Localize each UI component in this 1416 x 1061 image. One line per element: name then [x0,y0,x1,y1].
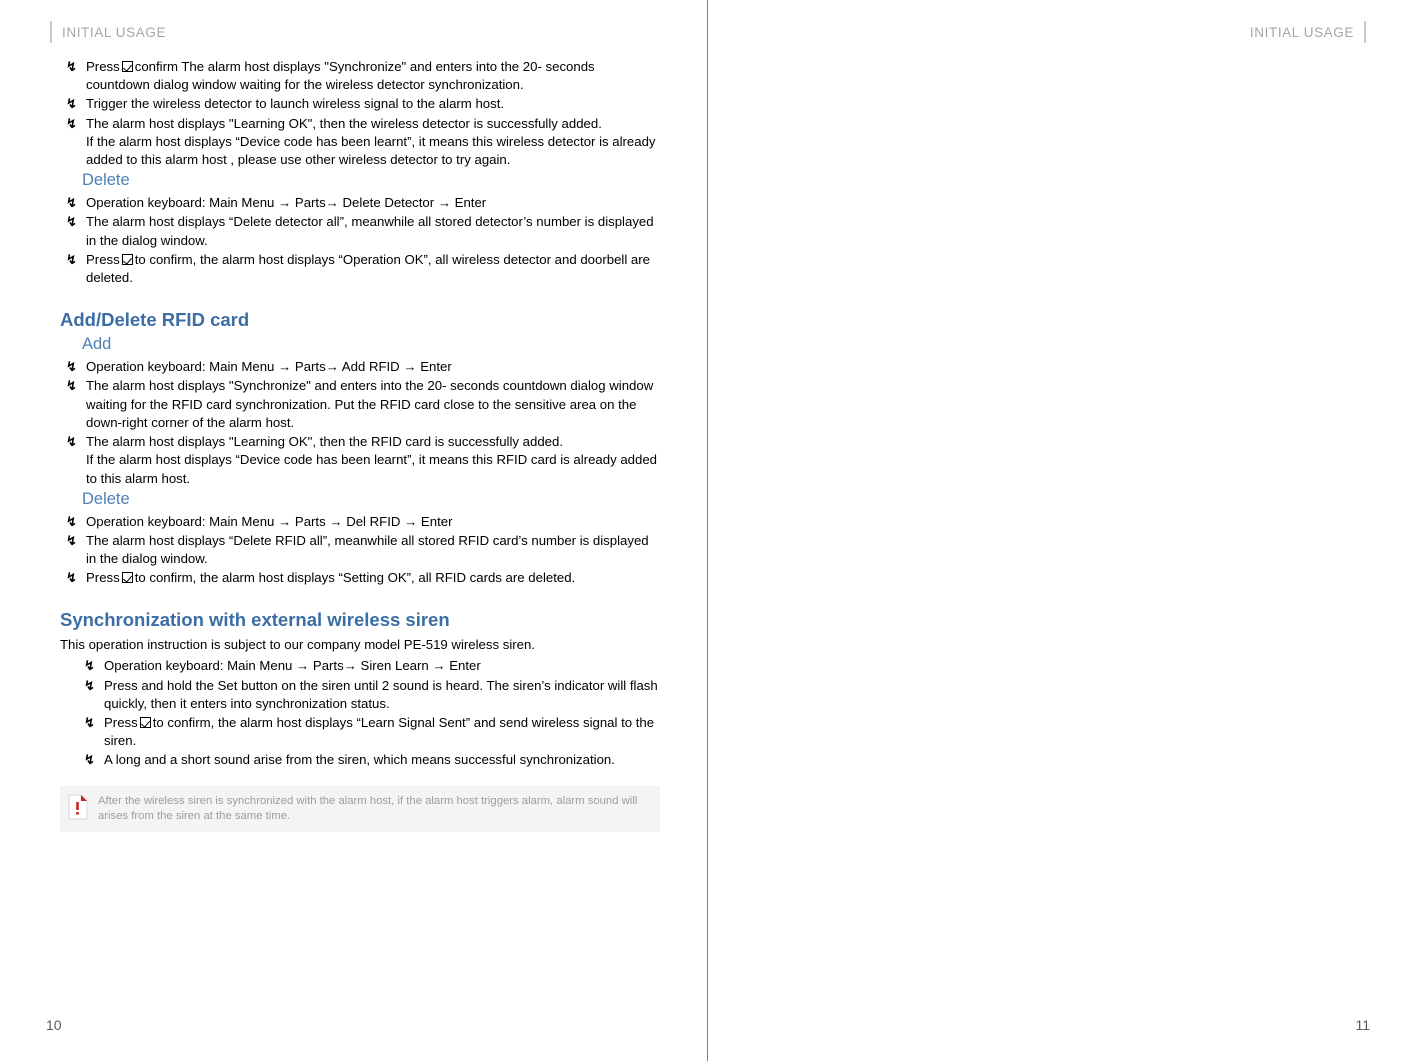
rfid-add-bullets: ↯ Operation keyboard: Main Menu → Parts→… [60,358,660,488]
heading-delete-detector: Delete [82,171,130,190]
list-item: ↯ Trigger the wireless detector to launc… [60,95,660,113]
bullet-text-pre: Press [86,570,120,586]
list-item: ↯ Press to confirm, the alarm host displa… [60,251,660,287]
bullet-text: The alarm host displays "Synchronize" an… [86,378,654,430]
arrow-bullet-icon: ↯ [66,195,77,211]
heading-siren-sync: Synchronization with external wireless s… [60,609,450,631]
bullet-text: The alarm host displays "Learning OK", t… [86,434,564,450]
warning-document-icon [68,794,88,820]
list-item: ↯ Operation keyboard: Main Menu → Parts→… [60,194,660,212]
siren-intro-text: This operation instruction is subject to… [60,636,535,652]
running-head-rule [50,21,52,43]
checkbox-key-icon [139,717,151,729]
list-item: ↯ The alarm host displays "Learning OK",… [60,115,660,170]
heading-add-delete-rfid: Add/Delete RFID card [60,309,250,331]
list-item: ↯ Operation keyboard: Main Menu → Parts→… [60,358,660,376]
rfid-delete-bullets: ↯ Operation keyboard: Main Menu → Parts … [60,513,660,588]
arrow-bullet-icon: ↯ [66,59,77,74]
bullet-text-pre: Press [86,251,120,267]
bullet-text: The alarm host displays “Delete RFID all… [86,532,649,566]
left-column: ↯ Press confirm The alarm host displays "… [60,56,660,833]
running-head-label: INITIAL USAGE [62,24,167,40]
bullet-text: The alarm host displays “Delete detector… [86,214,654,248]
list-item: ↯ The alarm host displays “Delete detect… [60,213,660,249]
bullet-continuation: If the alarm host displays “Device code … [86,452,657,486]
arrow-bullet-icon: ↯ [66,378,77,394]
bullet-text: Trigger the wireless detector to launch … [86,96,505,112]
list-item: ↯ The alarm host displays "Learning OK",… [60,433,660,488]
bullet-continuation: If the alarm host displays “Device code … [86,133,656,168]
arrow-bullet-icon: ↯ [84,752,95,768]
bullet-text-post: to confirm, the alarm host displays “Lea… [104,715,655,749]
list-item: ↯ The alarm host displays “Delete RFID a… [60,532,660,568]
note-text: After the wireless siren is synchronized… [98,794,638,822]
running-head-left: INITIAL USAGE [50,21,166,43]
bullet-text: The alarm host displays "Learning OK", t… [86,115,602,131]
list-item: ↯ Press confirm The alarm host displays "… [60,58,660,94]
list-item: ↯ The alarm host displays "Synchronize" … [60,377,660,432]
arrow-bullet-icon: ↯ [66,513,77,529]
bullet-text: Operation keyboard: Main Menu → Parts→ S… [104,658,481,674]
list-item: ↯ Operation keyboard: Main Menu → Parts→… [78,657,660,675]
bullet-text-post: to confirm, the alarm host displays “Set… [134,570,576,586]
detector-add-bullets: ↯ Press confirm The alarm host displays "… [60,58,660,169]
heading-rfid-add: Add [82,335,112,354]
arrow-bullet-icon: ↯ [66,570,77,586]
checkbox-key-icon [121,61,133,72]
bullet-text: Operation keyboard: Main Menu → Parts→ A… [86,359,452,375]
arrow-bullet-icon: ↯ [66,115,77,131]
bullet-text: Operation keyboard: Main Menu → Parts → … [86,513,453,529]
page-spread: INITIAL USAGE ↯ Press confirm The alarm h… [0,0,1416,1061]
bullet-text-pre: Press [104,715,138,731]
bullet-text: Press and hold the Set button on the sir… [104,677,658,711]
detector-delete-bullets: ↯ Operation keyboard: Main Menu → Parts→… [60,194,660,287]
arrow-bullet-icon: ↯ [66,96,77,112]
bullet-text-pre: Press [86,59,120,74]
folio-left: 10 [46,1017,62,1033]
bullet-text: Operation keyboard: Main Menu → Parts→ D… [86,195,487,211]
right-page: INITIAL USAGE Record Record alarm voice … [708,0,1416,1061]
arrow-bullet-icon: ↯ [84,677,95,693]
running-head-right: INITIAL USAGE [1250,21,1366,43]
note-callout: After the wireless siren is synchronized… [60,785,660,833]
list-item: ↯ Press to confirm, the alarm host displa… [60,569,660,587]
siren-bullets: ↯ Operation keyboard: Main Menu → Parts→… [78,657,660,769]
list-item: ↯ Press to confirm, the alarm host displa… [78,714,660,750]
running-head-label: INITIAL USAGE [1249,24,1354,40]
bullet-text-post: confirm The alarm host displays "Synchro… [86,59,595,93]
bullet-text: A long and a short sound arise from the … [104,752,615,768]
checkbox-key-icon [121,572,133,584]
arrow-bullet-icon: ↯ [66,359,77,375]
folio-right: 11 [1355,1017,1370,1033]
arrow-bullet-icon: ↯ [66,251,77,267]
bullet-text-post: to confirm, the alarm host displays “Ope… [86,251,650,285]
list-item: ↯ A long and a short sound arise from th… [78,751,660,769]
list-item: ↯ Press and hold the Set button on the s… [78,677,660,713]
list-item: ↯ Operation keyboard: Main Menu → Parts … [60,513,660,531]
arrow-bullet-icon: ↯ [84,658,95,674]
arrow-bullet-icon: ↯ [66,214,77,230]
arrow-bullet-icon: ↯ [84,715,95,731]
arrow-bullet-icon: ↯ [66,532,77,548]
running-head-rule [1364,21,1366,43]
checkbox-key-icon [121,253,133,265]
arrow-bullet-icon: ↯ [66,434,77,450]
left-page: INITIAL USAGE ↯ Press confirm The alarm h… [0,0,707,1061]
heading-rfid-delete: Delete [82,489,130,508]
